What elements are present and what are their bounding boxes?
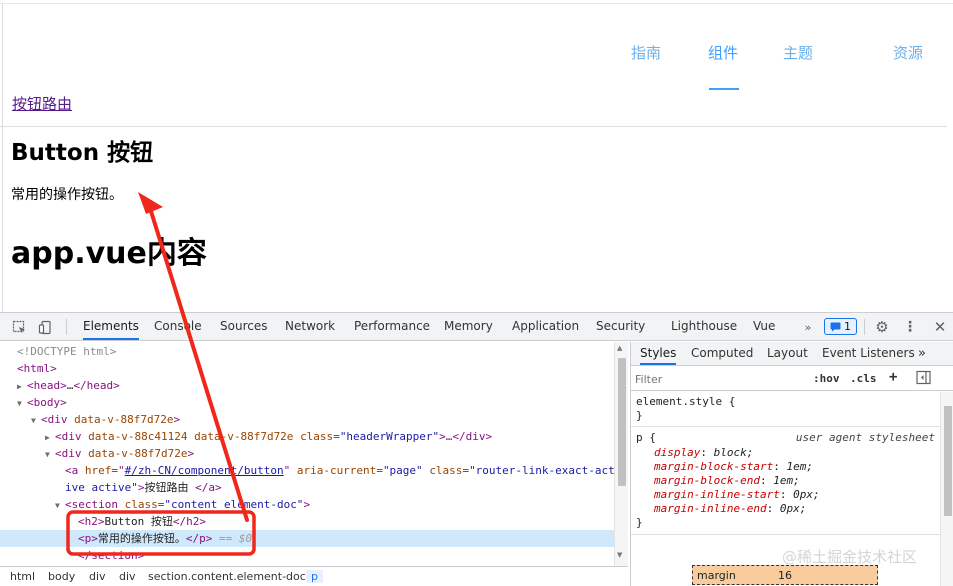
collapse-triangle-icon[interactable]: ▼ [31, 412, 41, 428]
nav-item-components[interactable]: 组件 [708, 42, 738, 63]
scroll-up-arrow-icon[interactable]: ▲ [617, 344, 622, 352]
breadcrumb-div[interactable]: div [89, 570, 106, 583]
element-style-selector[interactable]: element.style { [636, 395, 735, 409]
app-vue-heading: app.vue内容 [11, 236, 207, 271]
tab-memory[interactable]: Memory [444, 313, 493, 340]
css-prop-margin-block-end: margin-block-end: 1em; [654, 474, 800, 487]
user-agent-stylesheet-label: user agent stylesheet [795, 431, 935, 444]
ua-rule-selector: p { [636, 431, 656, 444]
styles-tab-bar: Styles Computed Layout Event Listeners » [631, 342, 953, 366]
nav-active-underline [709, 88, 739, 90]
tab-application[interactable]: Application [512, 313, 579, 340]
tab-console[interactable]: Console [154, 313, 202, 340]
dom-node-div-root[interactable]: ▼ <div data-v-88f7d72e> [0, 411, 614, 428]
tab-styles[interactable]: Styles [640, 342, 677, 365]
top-border [0, 3, 953, 4]
dom-node-section-close[interactable]: </section> [0, 547, 614, 564]
tab-network[interactable]: Network [285, 313, 335, 340]
class-toggle[interactable]: .cls [850, 372, 877, 385]
styles-scrollbar[interactable] [940, 392, 953, 586]
tab-sources[interactable]: Sources [220, 313, 267, 340]
box-model-label: margin [697, 569, 736, 582]
button-route-link[interactable]: 按钮路由 [12, 93, 72, 114]
breadcrumb-body[interactable]: body [48, 570, 75, 583]
dom-node-p-selected[interactable]: <p>常用的操作按钮。</p> == $0 [0, 530, 614, 547]
page-heading-button: Button 按钮 [11, 140, 154, 166]
kebab-menu-icon[interactable]: ⋮ [902, 319, 918, 335]
dom-node-html[interactable]: <html> [0, 360, 614, 377]
nav-item-resources[interactable]: 资源 [893, 42, 923, 63]
element-style-close: } [636, 409, 643, 422]
rule-separator [631, 426, 940, 427]
tab-performance[interactable]: Performance [354, 313, 430, 340]
css-prop-margin-inline-end: margin-inline-end: 0px; [654, 502, 807, 515]
dom-node-body[interactable]: ▼ <body> [0, 394, 614, 411]
close-icon[interactable]: ✕ [932, 318, 948, 336]
expand-triangle-icon[interactable]: ▶ [45, 429, 55, 445]
scroll-down-arrow-icon[interactable]: ▼ [617, 551, 622, 559]
toolbar-separator [864, 319, 865, 335]
inspect-element-icon[interactable] [11, 319, 27, 335]
settings-gear-icon[interactable]: ⚙ [874, 318, 890, 336]
tab-event-listeners[interactable]: Event Listeners [822, 342, 915, 365]
ua-rule-close: } [636, 516, 643, 529]
watermark: @稀土掘金技术社区 [782, 548, 918, 566]
box-model-margin[interactable]: margin 16 [692, 565, 878, 585]
scrollbar-thumb[interactable] [618, 358, 626, 486]
collapse-triangle-icon[interactable]: ▼ [55, 497, 65, 513]
breadcrumb-div[interactable]: div [119, 570, 136, 583]
tab-lighthouse[interactable]: Lighthouse [671, 313, 737, 340]
nav-bottom-border [0, 126, 947, 127]
rule-separator [631, 534, 940, 535]
dom-node-router-link-cont[interactable]: ive active">按钮路由 </a> [0, 479, 614, 496]
nav-item-theme[interactable]: 主题 [783, 42, 813, 63]
message-icon [830, 322, 841, 331]
elements-dom-tree: <!DOCTYPE html> <html> ▶ <head>…</head> ▼… [0, 342, 616, 566]
dom-node-router-link[interactable]: <a href="#/zh-CN/component/button" aria-… [0, 462, 614, 479]
hover-state-toggle[interactable]: :hov [813, 372, 840, 385]
breadcrumb-p-selected[interactable]: p [306, 570, 323, 583]
dom-node-section[interactable]: ▼ <section class="content element-doc"> [0, 496, 614, 513]
expand-triangle-icon[interactable]: ▶ [17, 378, 27, 394]
dom-node-h2[interactable]: <h2>Button 按钮</h2> [0, 513, 614, 530]
scrollbar-thumb[interactable] [944, 406, 952, 516]
more-styles-tabs-icon[interactable]: » [918, 342, 926, 365]
breadcrumb-section[interactable]: section.content.element-doc [148, 570, 306, 583]
collapse-triangle-icon[interactable]: ▼ [45, 446, 55, 462]
box-model-margin-value: 16 [778, 569, 792, 582]
page-viewport: 指南 组件 主题 资源 按钮路由 Button 按钮 常用的操作按钮。 app.… [0, 0, 953, 312]
css-prop-margin-inline-start: margin-inline-start: 0px; [654, 488, 820, 501]
tab-security[interactable]: Security [596, 313, 645, 340]
more-tabs-icon[interactable]: » [800, 319, 816, 335]
new-rule-plus-icon[interactable]: + [889, 369, 897, 385]
issues-badge[interactable]: 1 [824, 318, 857, 335]
tab-computed[interactable]: Computed [691, 342, 753, 365]
page-paragraph: 常用的操作按钮。 [11, 187, 123, 203]
dom-breadcrumb: html body div div section.content.elemen… [0, 566, 628, 586]
nav-item-guide[interactable]: 指南 [631, 42, 661, 63]
collapse-triangle-icon[interactable]: ▼ [17, 395, 27, 411]
dom-node-head[interactable]: ▶ <head>…</head> [0, 377, 614, 394]
devtools-toolbar: Elements Console Sources Network Perform… [0, 313, 953, 341]
tab-elements[interactable]: Elements [83, 313, 139, 340]
site-nav: 指南 组件 主题 资源 [0, 36, 953, 127]
issues-count: 1 [844, 320, 851, 333]
css-prop-display: display: block; [654, 446, 754, 459]
device-toolbar-icon[interactable] [37, 319, 53, 335]
toolbar-separator [66, 319, 67, 335]
breadcrumb-html[interactable]: html [10, 570, 35, 583]
styles-filter-input[interactable] [635, 371, 803, 388]
devtools-panel: Elements Console Sources Network Perform… [0, 312, 953, 586]
tab-layout[interactable]: Layout [767, 342, 808, 365]
dom-node-doctype[interactable]: <!DOCTYPE html> [0, 343, 614, 360]
styles-filter-row: :hov .cls + [631, 367, 953, 391]
elements-scrollbar[interactable]: ▲ ▼ [614, 342, 628, 566]
css-prop-margin-block-start: margin-block-start: 1em; [654, 460, 813, 473]
dom-node-header-wrapper[interactable]: ▶ <div data-v-88c41124 data-v-88f7d72e cl… [0, 428, 614, 445]
tab-vue[interactable]: Vue [753, 313, 775, 340]
dom-node-div-content[interactable]: ▼ <div data-v-88f7d72e> [0, 445, 614, 462]
toggle-sidebar-icon[interactable] [916, 370, 931, 388]
